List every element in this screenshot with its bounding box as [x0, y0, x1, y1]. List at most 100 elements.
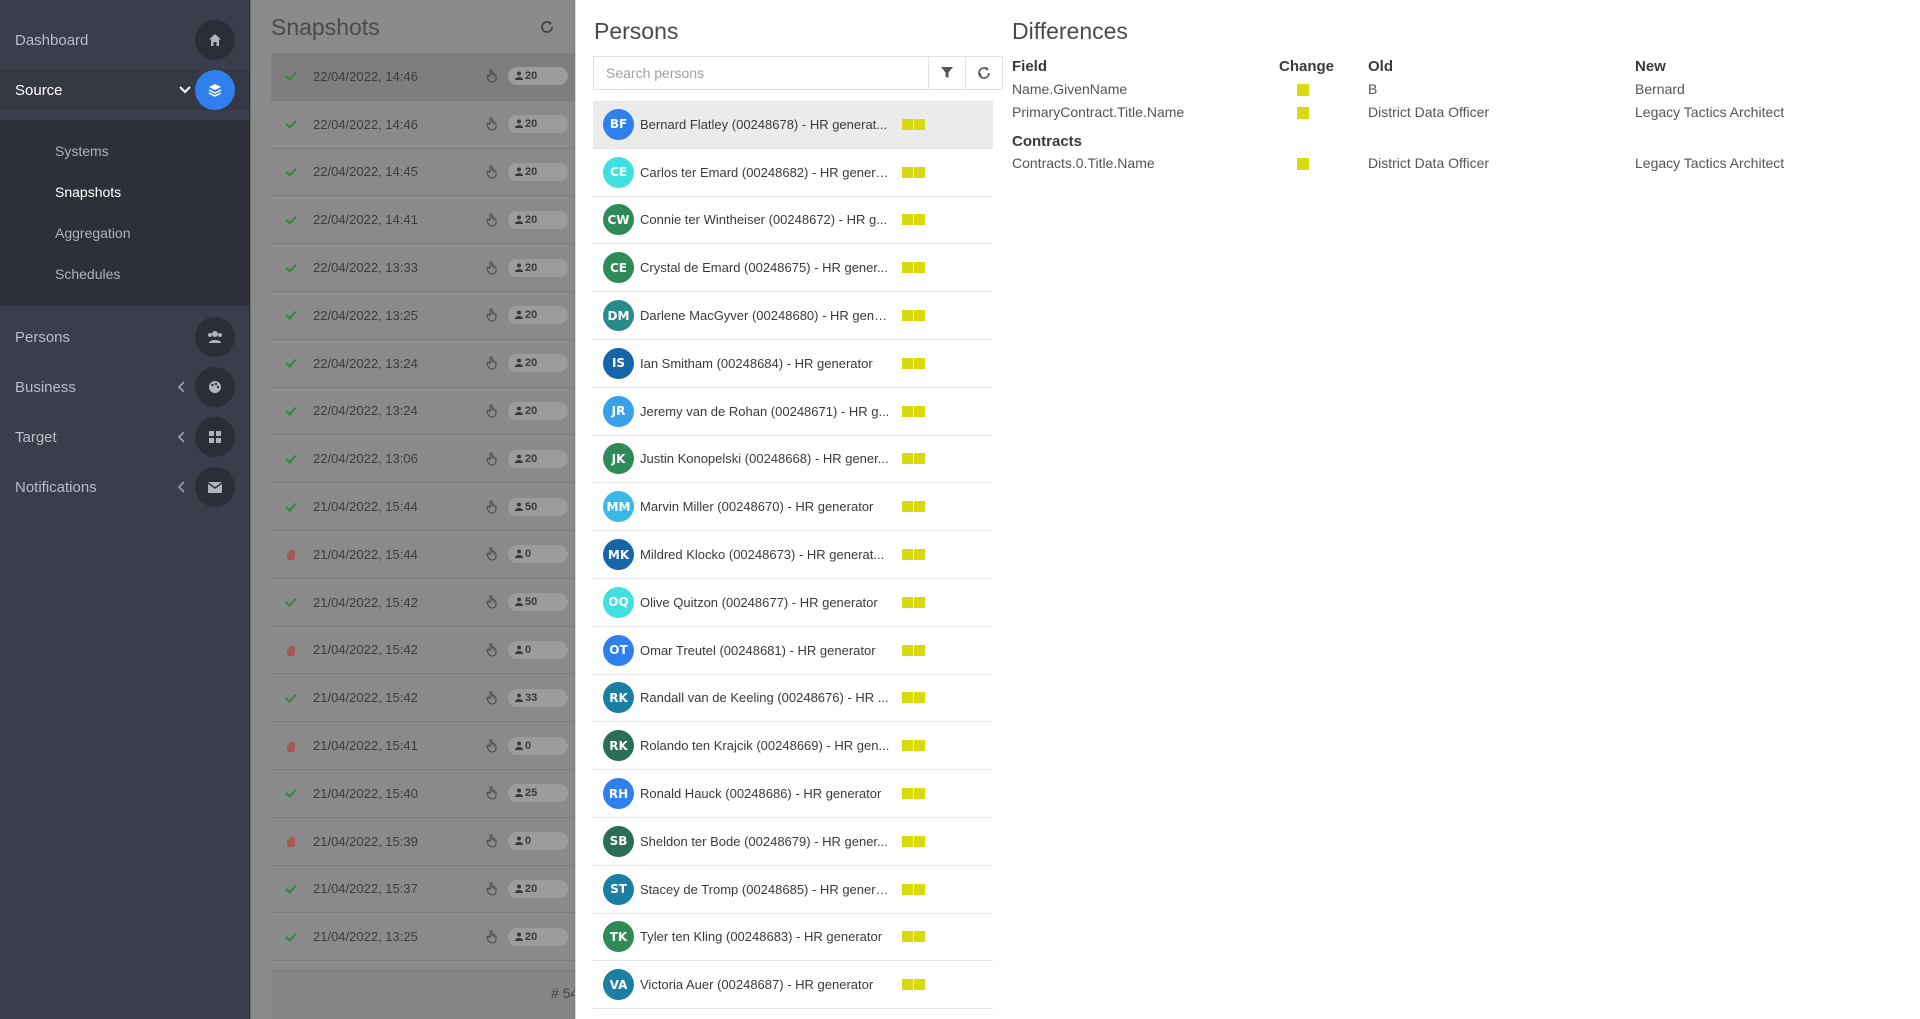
snapshot-date: 21/04/2022, 15:41: [313, 738, 418, 754]
sub-item-snapshots[interactable]: Snapshots: [0, 171, 249, 212]
search-input[interactable]: [594, 57, 928, 89]
person-row[interactable]: SB Sheldon ter Bode (00248679) - HR gener…: [593, 818, 993, 866]
hand-pointer-icon[interactable]: [486, 308, 498, 322]
snapshot-row[interactable]: 21/04/2022, 15:40 25: [271, 770, 575, 818]
nav-source[interactable]: Source: [0, 70, 249, 110]
snapshot-count-badge: 20: [508, 927, 568, 946]
hand-pointer-icon[interactable]: [486, 930, 498, 944]
snapshot-count: 20: [525, 452, 538, 465]
person-row[interactable]: RK Randall van de Keeling (00248676) - HR…: [593, 675, 993, 723]
change-indicator: [902, 405, 925, 417]
snapshot-row[interactable]: 22/04/2022, 13:33 20: [271, 244, 575, 292]
person-row[interactable]: TK Tyler ten Kling (00248683) - HR genera…: [593, 914, 993, 962]
check-icon: [285, 358, 307, 369]
hand-pointer-icon[interactable]: [486, 834, 498, 848]
group-contracts-label: Contracts: [1012, 133, 1083, 150]
filter-button[interactable]: [928, 57, 965, 89]
check-icon: [285, 502, 307, 512]
hand-pointer-icon[interactable]: [486, 643, 498, 657]
snapshot-row[interactable]: 21/04/2022, 15:41 0: [271, 722, 575, 770]
person-row[interactable]: OT Omar Treutel (00248681) - HR generator: [593, 627, 993, 675]
snapshot-count-badge: 0: [508, 736, 568, 755]
diff-new: Legacy Tactics Architect: [1635, 155, 1785, 171]
person-row[interactable]: RK Rolando ten Krajcik (00248669) - HR ge…: [593, 722, 993, 771]
person-row[interactable]: OQ Olive Quitzon (00248677) - HR generato…: [593, 579, 993, 627]
snapshot-row[interactable]: 21/04/2022, 15:44 0: [271, 531, 575, 579]
check-icon: [285, 71, 307, 82]
snapshot-row[interactable]: 21/04/2022, 13:25 20: [271, 913, 575, 962]
avatar: RH: [603, 778, 634, 810]
person-row[interactable]: JK Justin Konopelski (00248668) - HR gene…: [593, 436, 993, 484]
snapshot-row[interactable]: 21/04/2022, 15:42 33: [271, 674, 575, 723]
snapshot-row[interactable]: 22/04/2022, 13:24 20: [271, 388, 575, 436]
hand-pointer-icon[interactable]: [486, 356, 498, 370]
person-row[interactable]: VA Victoria Auer (00248687) - HR generato…: [593, 961, 993, 1010]
person-row[interactable]: MK Mildred Klocko (00248673) - HR generat…: [593, 531, 993, 579]
hand-pointer-icon[interactable]: [486, 739, 498, 753]
sub-item-schedules[interactable]: Schedules: [0, 253, 249, 294]
hand-pointer-icon[interactable]: [486, 595, 498, 609]
nav-persons[interactable]: Persons: [0, 312, 249, 362]
sub-item-systems[interactable]: Systems: [0, 130, 249, 171]
hand-pointer-icon[interactable]: [486, 500, 498, 514]
person-row[interactable]: DM Darlene MacGyver (00248680) - HR gene.…: [593, 292, 993, 340]
hand-pointer-icon[interactable]: [486, 69, 498, 83]
hand-pointer-icon[interactable]: [486, 213, 498, 227]
person-row[interactable]: RH Ronald Hauck (00248686) - HR generator: [593, 770, 993, 818]
snapshot-date: 21/04/2022, 15:44: [313, 546, 418, 562]
avatar: MM: [603, 491, 634, 523]
snapshot-row[interactable]: 22/04/2022, 14:45 20: [271, 149, 575, 197]
search-bar: [593, 56, 1003, 90]
person-differences-overlay: Persons BF Bernard Flatley (00248678) - H…: [575, 0, 1920, 1019]
refresh-button[interactable]: [965, 57, 1002, 89]
person-row[interactable]: CE Crystal de Emard (00248675) - HR gener…: [593, 244, 993, 293]
nav-target[interactable]: Target: [0, 412, 249, 462]
hand-pointer-icon[interactable]: [486, 691, 498, 705]
nav-notifications[interactable]: Notifications: [0, 462, 249, 512]
snapshot-row[interactable]: 22/04/2022, 13:06 20: [271, 435, 575, 484]
hand-pointer-icon[interactable]: [486, 165, 498, 179]
snapshot-date: 21/04/2022, 13:25: [313, 929, 418, 945]
check-icon: [285, 167, 307, 177]
hand-pointer-icon[interactable]: [486, 452, 498, 466]
hand-pointer-icon[interactable]: [486, 786, 498, 800]
snapshot-row[interactable]: 22/04/2022, 14:41 20: [271, 196, 575, 245]
refresh-icon[interactable]: [536, 16, 558, 38]
person-row[interactable]: MM Marvin Miller (00248670) - HR generato…: [593, 483, 993, 532]
person-row[interactable]: IS Ian Smitham (00248684) - HR generator: [593, 340, 993, 388]
snapshot-row[interactable]: 22/04/2022, 13:25 20: [271, 292, 575, 340]
change-indicator: [902, 310, 925, 322]
snapshot-row[interactable]: 22/04/2022, 13:24 20: [271, 340, 575, 388]
snapshot-date: 22/04/2022, 14:46: [313, 68, 418, 84]
hand-pointer-icon[interactable]: [486, 547, 498, 561]
person-row[interactable]: CW Connie ter Wintheiser (00248672) - HR …: [593, 197, 993, 245]
nav-dashboard[interactable]: Dashboard: [0, 0, 249, 80]
snapshot-row[interactable]: 21/04/2022, 15:39 0: [271, 818, 575, 866]
hand-pointer-icon[interactable]: [486, 882, 498, 896]
snapshot-count: 0: [525, 835, 532, 848]
person-row[interactable]: ST Stacey de Tromp (00248685) - HR genera…: [593, 866, 993, 914]
chevron-left-icon: [177, 431, 185, 443]
snapshot-count-badge: 20: [508, 210, 568, 229]
snapshot-row[interactable]: 21/04/2022, 15:37 20: [271, 866, 575, 914]
person-row[interactable]: BF Bernard Flatley (00248678) - HR genera…: [593, 101, 993, 149]
snapshot-count: 20: [525, 165, 538, 178]
hand-pointer-icon[interactable]: [486, 404, 498, 418]
snapshot-row[interactable]: 22/04/2022, 14:46 20: [271, 101, 575, 149]
sub-item-aggregation[interactable]: Aggregation: [0, 212, 249, 253]
snapshot-row[interactable]: 22/04/2022, 14:46 20: [271, 53, 575, 101]
nav-business[interactable]: Business: [0, 362, 249, 412]
person-row[interactable]: CE Carlos ter Emard (00248682) - HR gener…: [593, 149, 993, 197]
snapshot-count-badge: 20: [508, 354, 568, 373]
hand-stop-icon: [285, 548, 307, 560]
snapshot-row[interactable]: 21/04/2022, 15:44 50: [271, 483, 575, 531]
hand-pointer-icon[interactable]: [486, 261, 498, 275]
snapshot-date: 22/04/2022, 13:25: [313, 307, 418, 323]
snapshot-count-badge: 20: [508, 115, 568, 134]
snapshot-row[interactable]: 21/04/2022, 15:42 0: [271, 627, 575, 675]
person-row[interactable]: JR Jeremy van de Rohan (00248671) - HR g.…: [593, 388, 993, 436]
person-name: Bernard Flatley (00248678) - HR generat.…: [640, 116, 888, 132]
hand-pointer-icon[interactable]: [486, 117, 498, 131]
avatar: ST: [603, 873, 634, 905]
snapshot-row[interactable]: 21/04/2022, 15:42 50: [271, 579, 575, 627]
